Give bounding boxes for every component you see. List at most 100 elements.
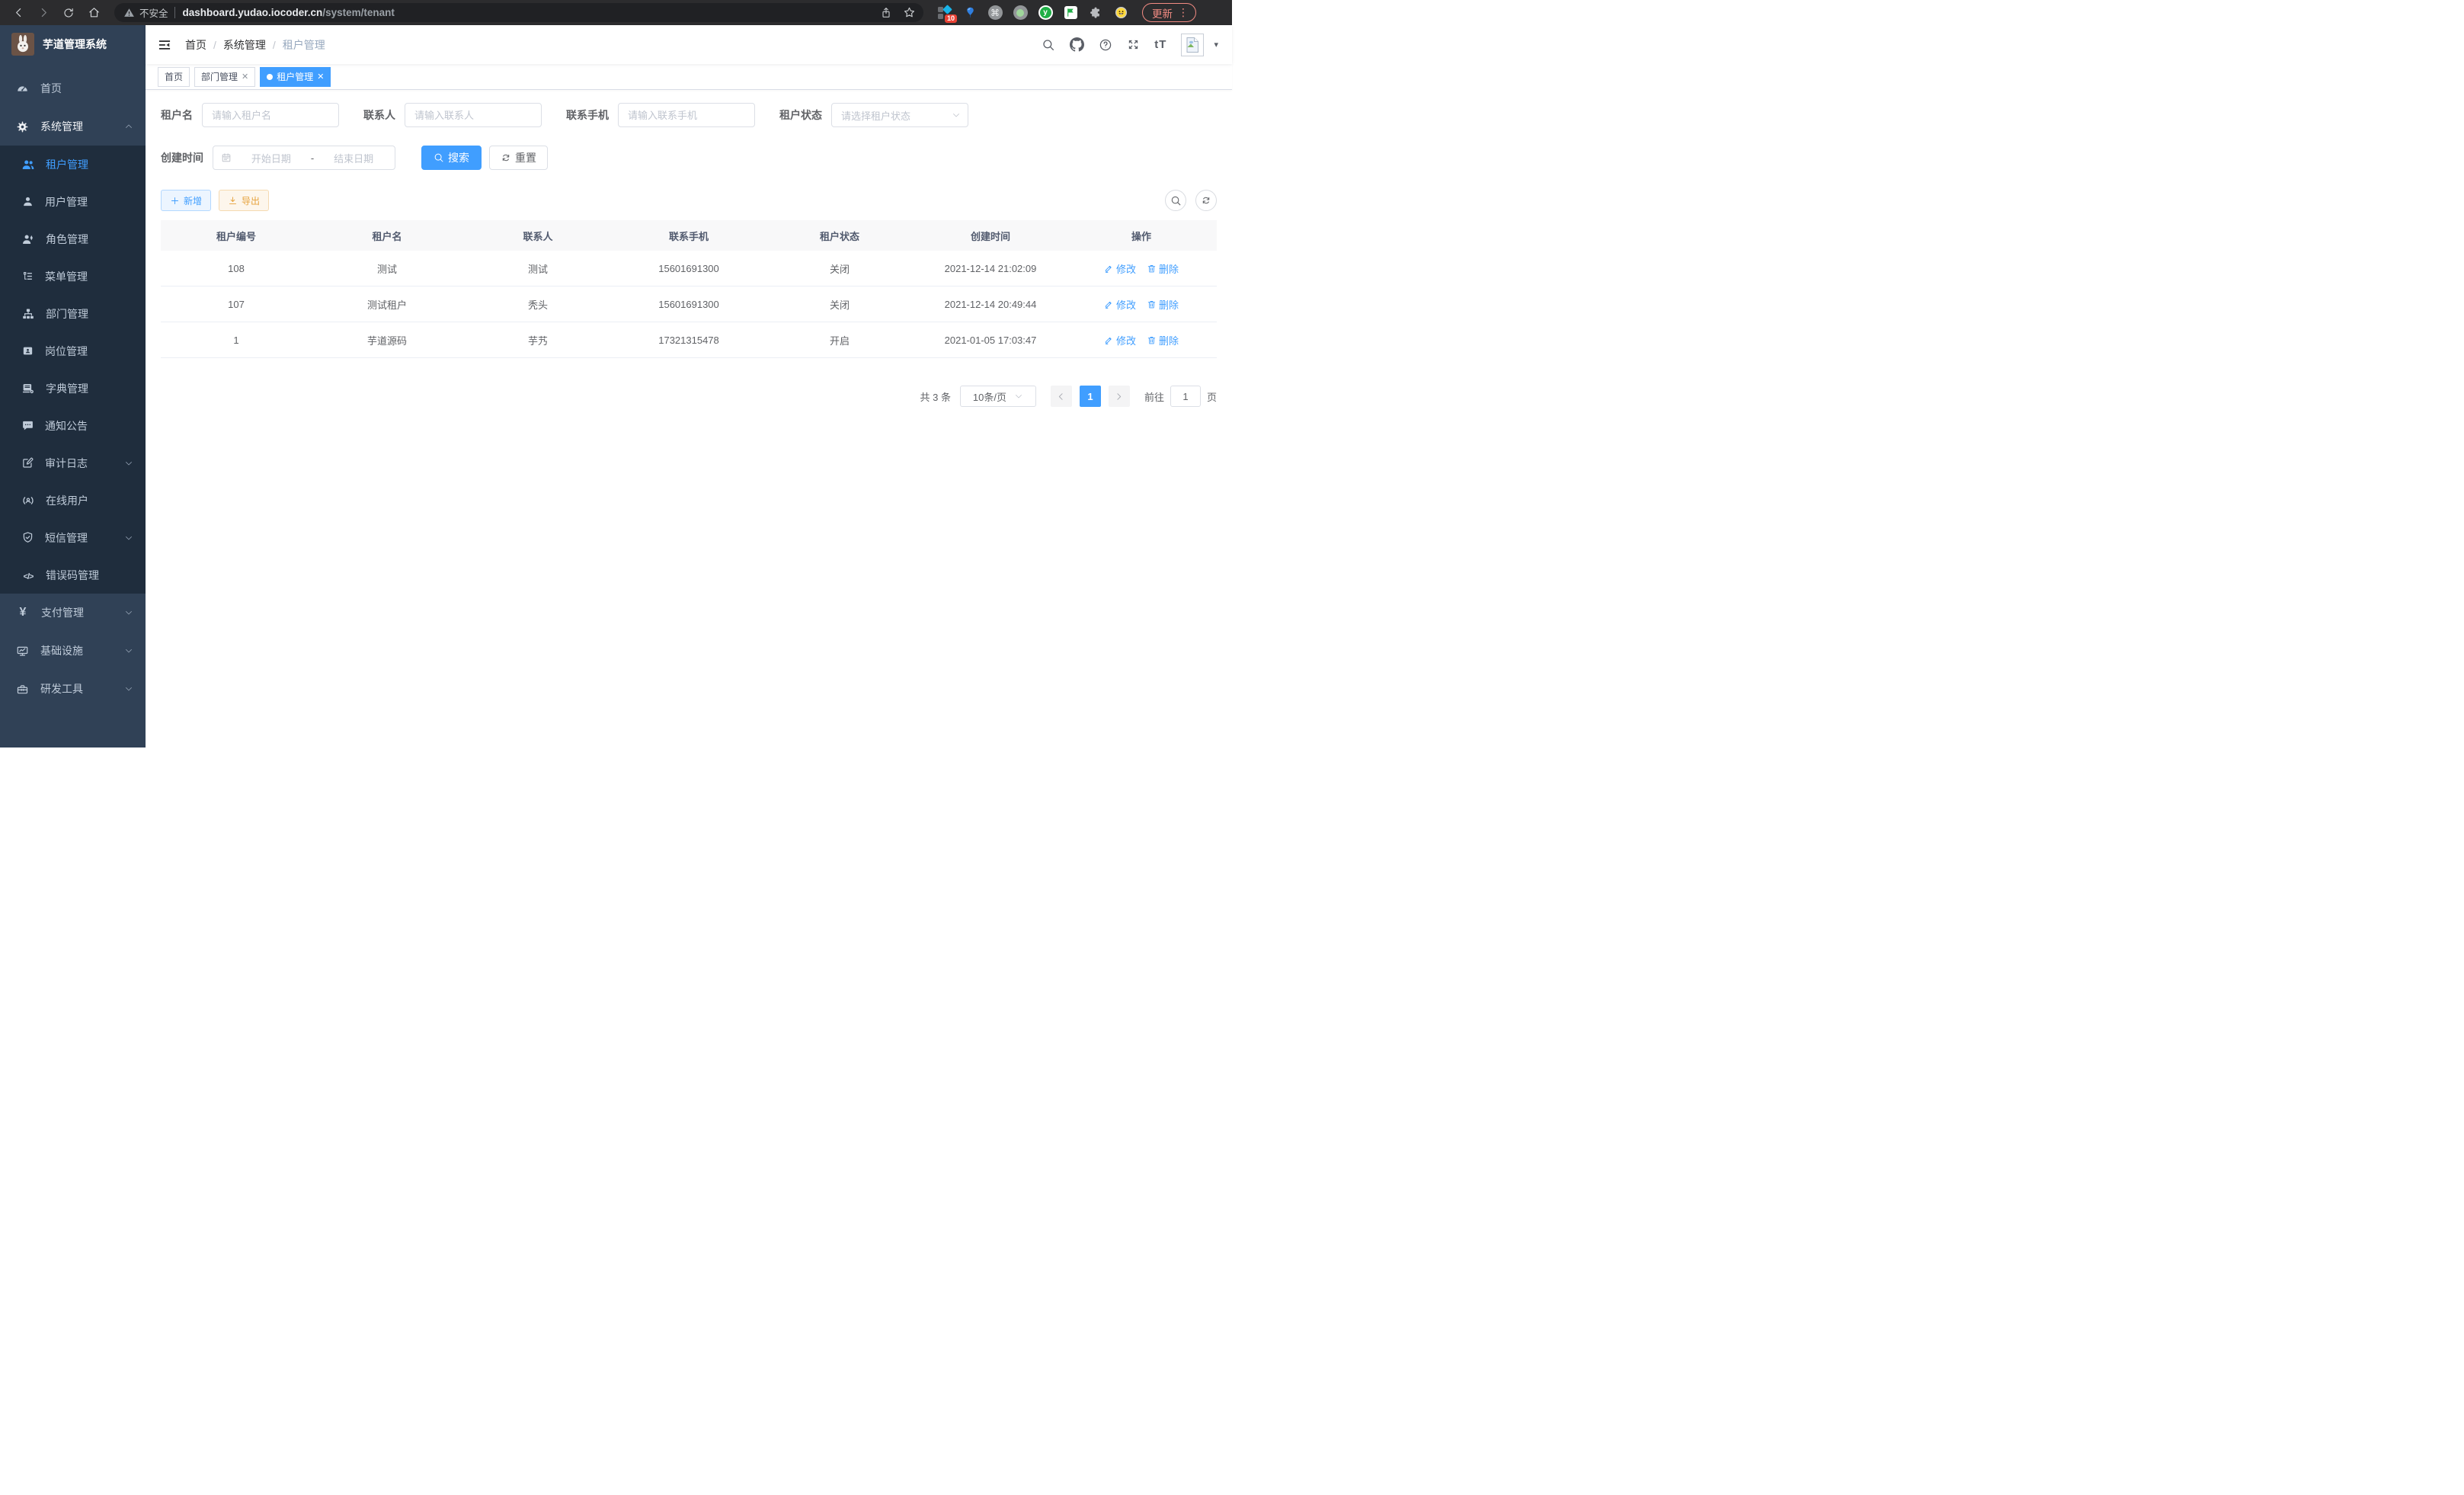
help-icon[interactable] [1099, 38, 1112, 52]
extension-record-icon[interactable] [1013, 5, 1028, 21]
browser-reload-icon[interactable] [59, 4, 78, 22]
sidebar-item-label: 基础设施 [40, 643, 83, 658]
sidebar-item-sms-management[interactable]: 短信管理 [0, 519, 146, 556]
reset-button[interactable]: 重置 [489, 146, 548, 170]
avatar[interactable] [1181, 34, 1204, 56]
extensions-row: 10 ⌘ y [937, 5, 1128, 21]
delete-link[interactable]: 删除 [1147, 261, 1179, 276]
tab-home[interactable]: 首页 [158, 67, 190, 87]
refresh-icon [501, 152, 511, 163]
tab-close-icon[interactable]: ✕ [242, 72, 248, 82]
sidebar-item-user-management[interactable]: 用户管理 [0, 183, 146, 220]
search-icon[interactable] [1042, 38, 1055, 52]
sidebar-logo[interactable]: 芋道管理系统 [0, 25, 146, 63]
tab-dept-management[interactable]: 部门管理 ✕ [194, 67, 255, 87]
browser-home-icon[interactable] [85, 4, 103, 22]
table-header: 租户编号 租户名 联系人 联系手机 租户状态 创建时间 操作 [161, 220, 1217, 251]
avatar-caret-icon[interactable]: ▾ [1214, 40, 1218, 50]
tab-tenant-management[interactable]: 租户管理 ✕ [260, 67, 331, 87]
current-page[interactable]: 1 [1080, 386, 1101, 407]
next-page-button[interactable] [1109, 386, 1130, 407]
sidebar-item-label: 首页 [40, 81, 62, 96]
security-warning-icon[interactable] [123, 7, 135, 18]
sidebar-item-home[interactable]: 首页 [0, 69, 146, 107]
edit-link[interactable]: 修改 [1104, 333, 1136, 347]
top-navbar: 首页 / 系统管理 / 租户管理 tT ▾ [146, 25, 1232, 64]
extension-balloon-icon[interactable] [962, 5, 978, 21]
browser-forward-icon[interactable] [34, 4, 53, 22]
delete-link[interactable]: 删除 [1147, 297, 1179, 312]
tenant-status-label: 租户状态 [779, 107, 822, 123]
export-button[interactable]: 导出 [219, 190, 269, 211]
share-icon[interactable] [880, 7, 892, 19]
fullscreen-icon[interactable] [1127, 38, 1140, 51]
contact-input[interactable] [405, 103, 542, 127]
extension-flag-icon[interactable] [1063, 5, 1078, 21]
refresh-table-button[interactable] [1195, 190, 1217, 211]
col-actions: 操作 [1066, 220, 1217, 251]
sidebar-collapse-icon[interactable] [157, 37, 172, 53]
sidebar-item-notice[interactable]: 通知公告 [0, 407, 146, 444]
tenant-table: 租户编号 租户名 联系人 联系手机 租户状态 创建时间 操作 108测试测试15… [161, 220, 1217, 358]
cell-contact: 秃头 [462, 287, 613, 322]
browser-back-icon[interactable] [9, 4, 27, 22]
yen-icon: ¥ [16, 606, 30, 619]
sidebar-item-post-management[interactable]: 岗位管理 [0, 332, 146, 370]
sidebar-item-system-management[interactable]: 系统管理 [0, 107, 146, 146]
show-search-button[interactable] [1165, 190, 1186, 211]
tab-close-icon[interactable]: ✕ [317, 72, 324, 82]
pencil-icon [1104, 299, 1114, 309]
trash-icon [1147, 335, 1157, 345]
chevron-down-icon [124, 684, 133, 693]
sidebar-item-dev-tools[interactable]: 研发工具 [0, 670, 146, 708]
page-size-select[interactable]: 10条/页 [960, 386, 1036, 407]
sidebar-item-online-users[interactable]: 在线用户 [0, 482, 146, 519]
table-row: 107测试租户秃头15601691300关闭2021-12-14 20:49:4… [161, 287, 1217, 322]
github-icon[interactable] [1070, 37, 1084, 52]
search-button[interactable]: 搜索 [421, 146, 482, 170]
goto-label: 前往 [1144, 389, 1164, 404]
sidebar-item-dept-management[interactable]: 部门管理 [0, 295, 146, 332]
add-button[interactable]: 新增 [161, 190, 211, 211]
extension-command-icon[interactable]: ⌘ [987, 5, 1003, 21]
extension-diamond-icon[interactable]: 10 [937, 5, 952, 21]
security-label[interactable]: 不安全 [139, 5, 168, 20]
roles-icon [21, 232, 35, 246]
sidebar-item-role-management[interactable]: 角色管理 [0, 220, 146, 258]
prev-page-button[interactable] [1051, 386, 1072, 407]
extensions-puzzle-icon[interactable] [1088, 5, 1103, 21]
cell-phone: 17321315478 [613, 322, 764, 357]
total-count: 共 3 条 [920, 389, 951, 404]
sidebar-item-audit-log[interactable]: 审计日志 [0, 444, 146, 482]
extension-y-icon[interactable]: y [1038, 5, 1053, 21]
update-label: 更新 [1152, 5, 1173, 21]
edit-link[interactable]: 修改 [1104, 297, 1136, 312]
tenant-name-input[interactable] [202, 103, 339, 127]
bookmark-star-icon[interactable] [903, 6, 916, 19]
tenant-status-select[interactable]: 请选择租户状态 [831, 103, 968, 127]
badge-icon [21, 344, 34, 357]
sidebar-item-dict-management[interactable]: 字典管理 [0, 370, 146, 407]
contact-phone-input[interactable] [618, 103, 755, 127]
sidebar-item-payment-management[interactable]: ¥支付管理 [0, 594, 146, 632]
breadcrumb-system[interactable]: 系统管理 [223, 37, 266, 53]
col-tenant-id: 租户编号 [161, 220, 312, 251]
breadcrumb-home[interactable]: 首页 [185, 37, 206, 53]
sidebar-item-error-code-management[interactable]: </>错误码管理 [0, 556, 146, 594]
sidebar-item-menu-management[interactable]: 菜单管理 [0, 258, 146, 295]
sidebar-item-tenant-management[interactable]: 租户管理 [0, 146, 146, 183]
col-phone: 联系手机 [613, 220, 764, 251]
sidebar-item-infrastructure[interactable]: 基础设施 [0, 632, 146, 670]
delete-link[interactable]: 删除 [1147, 333, 1179, 347]
cell-name: 芋道源码 [312, 322, 462, 357]
address-bar[interactable]: 不安全 dashboard.yudao.iocoder.cn/system/te… [114, 3, 923, 22]
browser-menu-kebab-icon[interactable]: ⋮ [1178, 6, 1189, 19]
chat-icon [21, 419, 34, 432]
cell-actions: 修改删除 [1066, 322, 1217, 357]
profile-avatar-icon[interactable] [1113, 5, 1128, 21]
edit-link[interactable]: 修改 [1104, 261, 1136, 276]
goto-page-input[interactable] [1170, 386, 1201, 407]
font-size-icon[interactable]: tT [1154, 38, 1166, 51]
browser-update-button[interactable]: 更新 ⋮ [1142, 3, 1196, 22]
create-time-range-picker[interactable]: 开始日期 - 结束日期 [213, 146, 395, 170]
